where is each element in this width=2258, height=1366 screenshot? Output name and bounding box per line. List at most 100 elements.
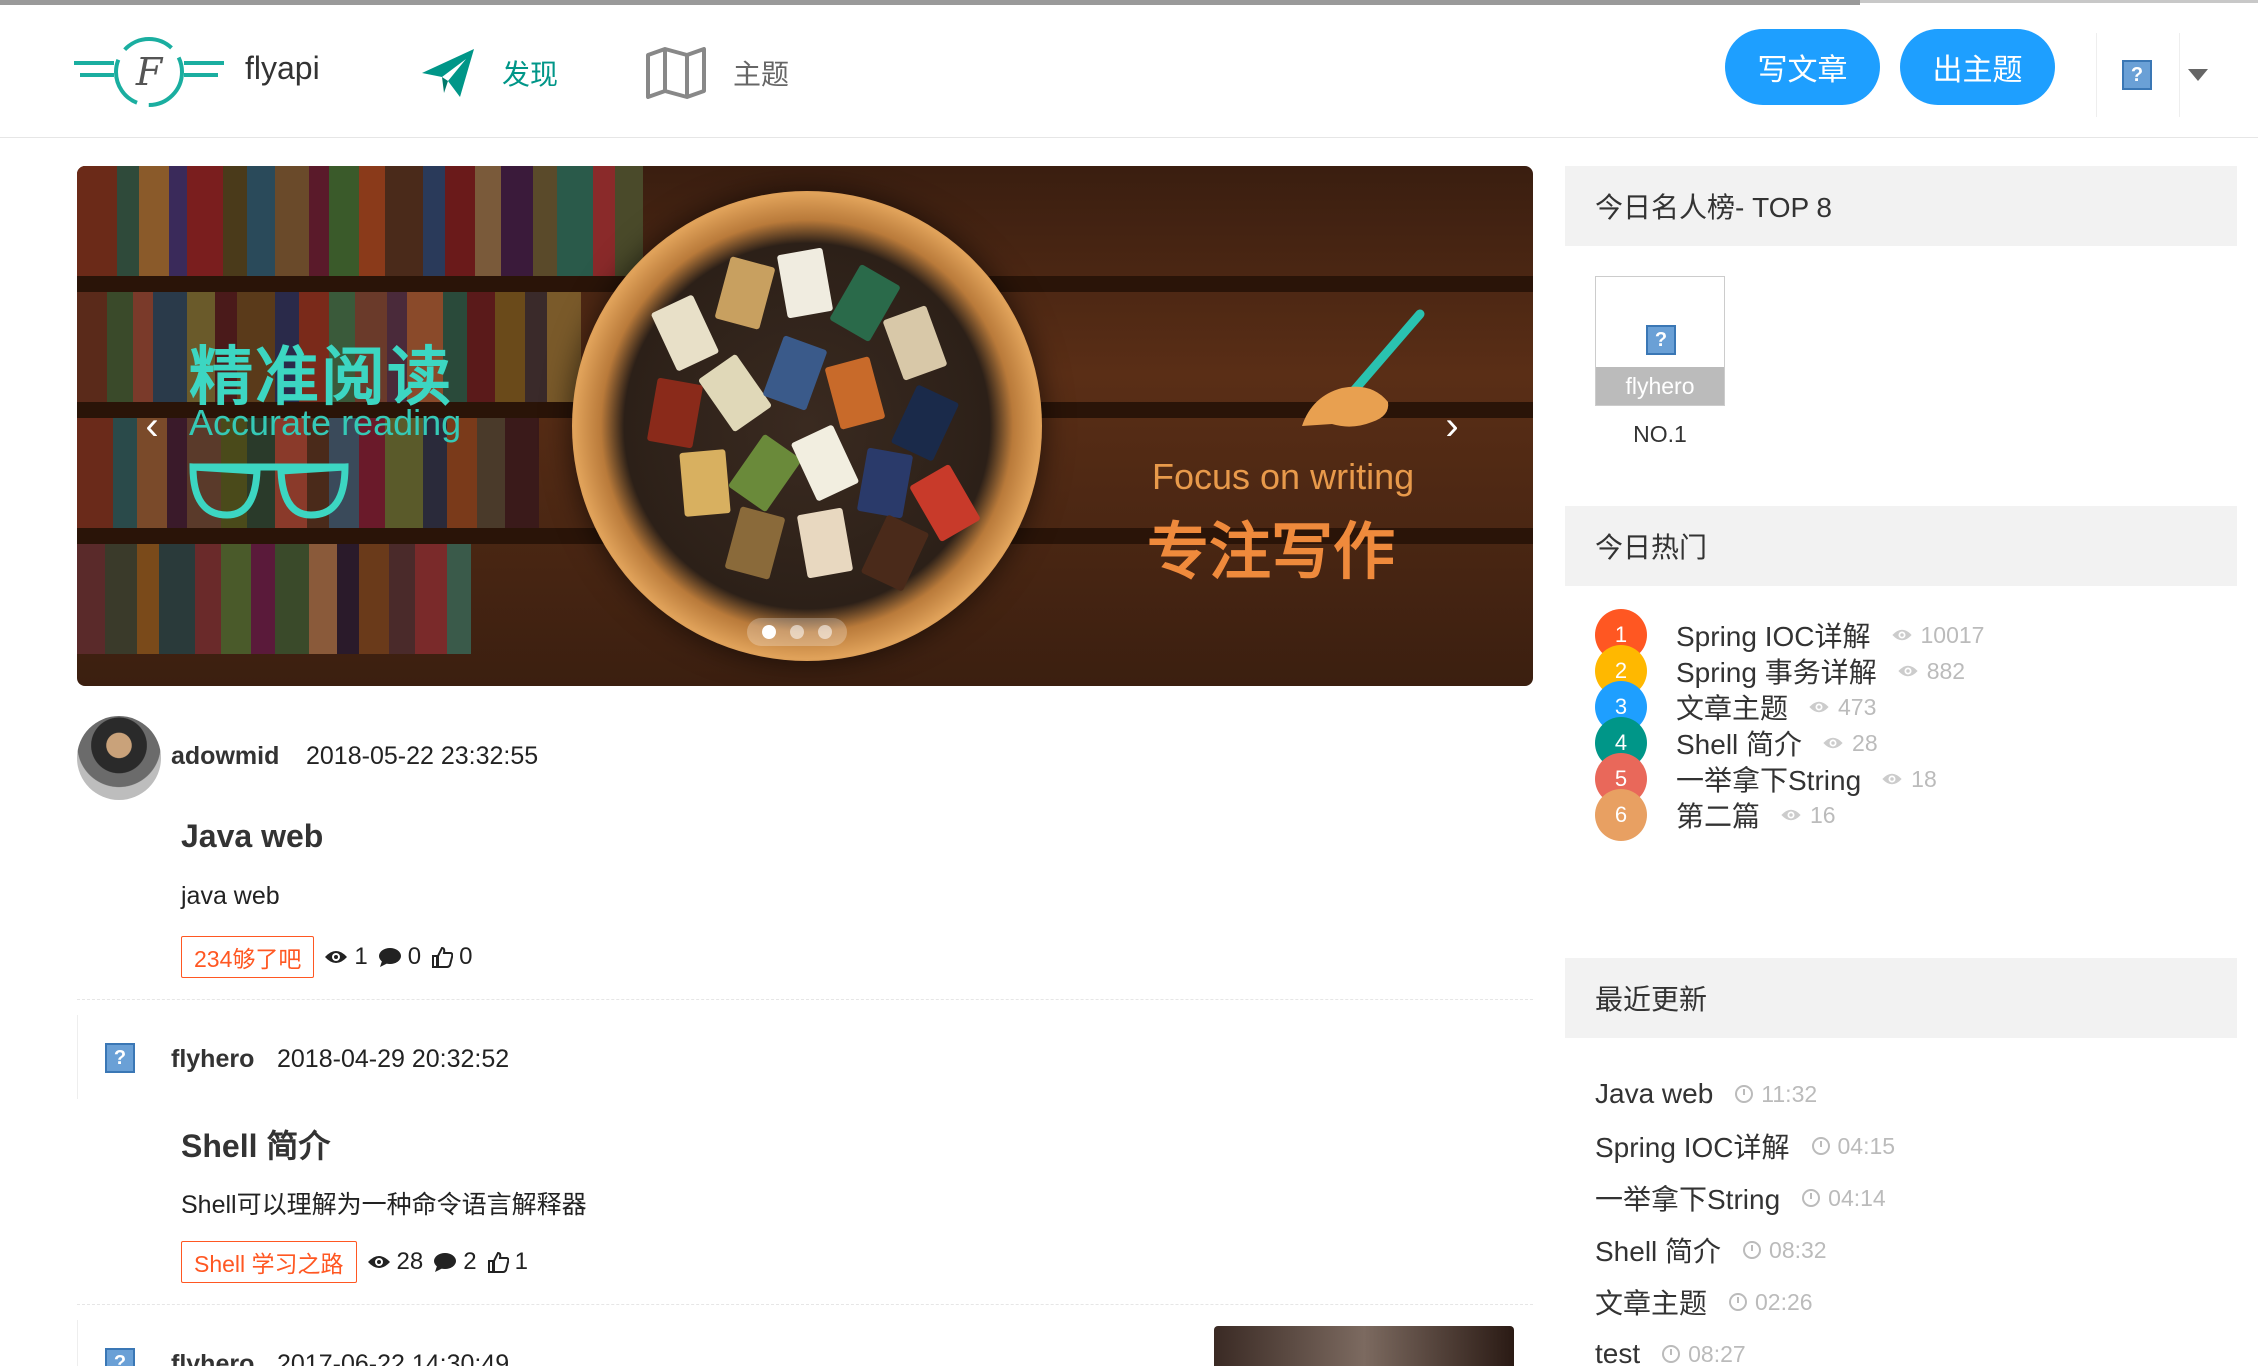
recent-article-time: 04:14 [1802, 1185, 1886, 1212]
user-avatar-broken-image-icon[interactable]: ? [2122, 60, 2152, 90]
top-user-rank: NO.1 [1633, 421, 1687, 447]
comment-icon [378, 948, 401, 967]
post-summary: Shell可以理解为一种命令语言解释器 [181, 1191, 587, 1219]
banner-right-heading: 专注写作 [1147, 518, 1396, 587]
clock-icon [1743, 1241, 1762, 1259]
top-user-avatar[interactable]: ? flyhero [1595, 276, 1725, 406]
clock-icon [1811, 1137, 1830, 1155]
views-count: 1 [324, 943, 368, 971]
eye-icon [1891, 629, 1912, 641]
comments-count: 0 [378, 943, 421, 971]
recent-list-item[interactable]: 文章主题 02:26 [1595, 1276, 1895, 1328]
eye-icon [1809, 701, 1829, 713]
post-tag[interactable]: Shell 学习之路 [181, 1241, 357, 1283]
post-time: 2017-06-22 14:30:49 [277, 1350, 510, 1366]
likes-count[interactable]: 0 [431, 943, 472, 971]
recent-article-time: 11:32 [1735, 1081, 1817, 1108]
broken-image-icon: ? [1646, 325, 1676, 355]
post-item: ? flyhero 2018-04-29 20:32:52 Shell 简介 S… [77, 1015, 1533, 1305]
writing-hand-icon [1302, 309, 1425, 427]
top-user-name: flyhero [1596, 367, 1724, 405]
recent-article-time: 08:32 [1743, 1237, 1827, 1264]
recent-list-item[interactable]: Shell 简介 08:32 [1595, 1224, 1895, 1276]
brand-name[interactable]: flyapi [245, 50, 320, 87]
post-time: 2018-04-29 20:32:52 [277, 1045, 510, 1073]
thumbs-up-icon [487, 1251, 509, 1273]
clock-icon [1735, 1085, 1754, 1103]
clock-icon [1662, 1345, 1681, 1363]
banner-right-subheading: Focus on writing [1152, 456, 1415, 497]
rank-badge: 6 [1595, 789, 1647, 841]
recent-list-item[interactable]: test 08:27 [1595, 1328, 1895, 1366]
clock-icon [1802, 1189, 1821, 1207]
recent-article-time: 08:27 [1662, 1341, 1746, 1366]
carousel-indicators [747, 618, 847, 646]
recent-article-title[interactable]: test [1595, 1338, 1640, 1366]
eye-icon [1882, 773, 1902, 785]
map-icon [646, 47, 706, 99]
hot-article-title[interactable]: 第二篇 [1676, 795, 1760, 835]
recent-list-item[interactable]: 一举拿下String 04:14 [1595, 1172, 1895, 1224]
clock-icon [1729, 1293, 1748, 1311]
flyapi-logo-icon[interactable]: F [74, 29, 224, 115]
recent-article-title[interactable]: Java web [1595, 1078, 1713, 1110]
banner-carousel[interactable]: 精准阅读 Accurate reading Focus on writing 专… [77, 166, 1533, 686]
nav-discover[interactable]: 发现 [420, 43, 558, 103]
post-author[interactable]: adowmid [171, 742, 279, 771]
nav-topic[interactable]: 主题 [645, 43, 789, 103]
post-summary: java web [181, 882, 280, 910]
carousel-dot-2[interactable] [790, 625, 804, 639]
carousel-prev-button[interactable]: ‹ [132, 406, 172, 446]
thumbs-up-icon [432, 946, 454, 968]
book-bowl-illustration [572, 191, 1042, 661]
hot-article-views: 16 [1780, 802, 1836, 829]
write-article-button[interactable]: 写文章 [1725, 29, 1880, 105]
recent-article-title[interactable]: Shell 简介 [1595, 1230, 1721, 1270]
recent-updates-heading: 最近更新 [1565, 958, 2237, 1038]
post-title[interactable]: Shell 简介 [181, 1121, 330, 1167]
recent-updates-card: 最近更新 Java web 11:32 Spring IOC详解 04:15 一举拿下S… [1565, 958, 2237, 1366]
author-avatar[interactable]: ? [77, 1320, 161, 1366]
paper-plane-icon [422, 49, 474, 97]
glasses-icon [189, 463, 349, 519]
carousel-dot-1[interactable] [762, 625, 776, 639]
post-author[interactable]: flyhero [171, 1045, 254, 1074]
hot-today-card: 今日热门 1 Spring IOC详解 10017 2 Spring 事务详解 882 3 文… [1565, 506, 2237, 936]
comments-count: 2 [433, 1248, 477, 1276]
carousel-next-button[interactable]: › [1432, 406, 1472, 446]
eye-icon [1823, 737, 1843, 749]
recent-list-item[interactable]: Spring IOC详解 04:15 [1595, 1120, 1895, 1172]
top-header: F flyapi 发现 主题 写文章 出主题 ? [0, 5, 2258, 138]
hot-list-item[interactable]: 6 第二篇 16 [1595, 789, 1984, 841]
broken-image-icon: ? [105, 1043, 135, 1073]
post-author[interactable]: flyhero [171, 1350, 254, 1366]
comment-icon [434, 1253, 457, 1272]
likes-count[interactable]: 1 [487, 1248, 528, 1276]
recent-list-item[interactable]: Java web 11:32 [1595, 1068, 1895, 1120]
post-meta: Shell 学习之路 28 2 1 [181, 1241, 528, 1283]
create-topic-button[interactable]: 出主题 [1900, 29, 2055, 105]
recent-article-title[interactable]: 文章主题 [1595, 1282, 1707, 1322]
recent-article-title[interactable]: Spring IOC详解 [1595, 1126, 1790, 1166]
carousel-dot-3[interactable] [818, 625, 832, 639]
recent-list: Java web 11:32 Spring IOC详解 04:15 一举拿下String… [1595, 1068, 1895, 1366]
top-users-heading: 今日名人榜- TOP 8 [1565, 166, 2237, 246]
post-time: 2018-05-22 23:32:55 [306, 742, 539, 770]
broken-image-icon: ? [105, 1348, 135, 1366]
recent-article-time: 04:15 [1811, 1133, 1895, 1160]
eye-icon [325, 951, 348, 963]
author-avatar[interactable]: ? [77, 1015, 161, 1099]
views-count: 28 [367, 1248, 423, 1276]
post-title[interactable]: Java web [181, 818, 323, 855]
recent-article-title[interactable]: 一举拿下String [1595, 1178, 1780, 1218]
post-tag[interactable]: 234够了吧 [181, 936, 315, 978]
post-item: adowmid 2018-05-22 23:32:55 Java web jav… [77, 710, 1533, 1000]
post-thumbnail[interactable] [1214, 1326, 1514, 1366]
top-users-card: 今日名人榜- TOP 8 ? flyhero NO.1 [1565, 166, 2237, 466]
user-menu-caret-icon[interactable] [2188, 69, 2208, 81]
post-meta: 234够了吧 1 0 0 [181, 936, 472, 978]
nav-topic-label: 主题 [733, 59, 790, 90]
author-avatar[interactable] [77, 716, 161, 800]
recent-article-time: 02:26 [1729, 1289, 1813, 1316]
hot-list: 1 Spring IOC详解 10017 2 Spring 事务详解 882 3 文章主题 47… [1595, 609, 1984, 841]
